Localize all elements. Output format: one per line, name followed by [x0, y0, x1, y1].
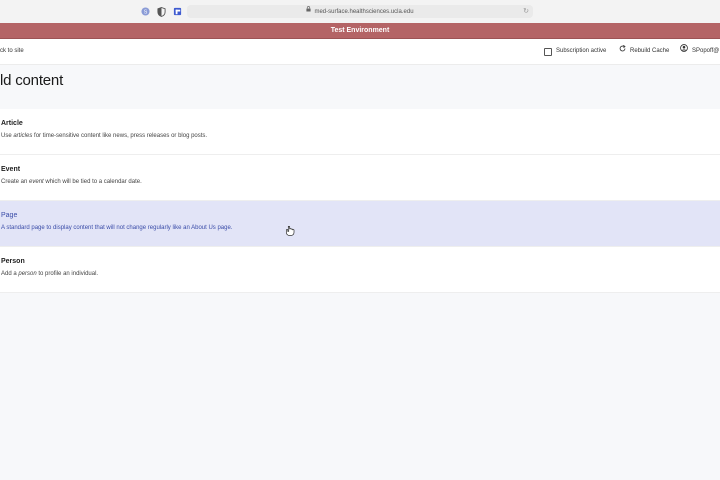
item-title: Person	[1, 258, 25, 265]
content-type-article[interactable]: Article Use articles for time-sensitive …	[0, 109, 720, 155]
item-title: Article	[1, 120, 23, 127]
privacy-report-icon[interactable]: S	[140, 6, 151, 17]
lock-icon	[306, 5, 312, 18]
item-title: Page	[1, 212, 18, 219]
subscription-status[interactable]: Subscription active	[544, 39, 606, 64]
extension-icon[interactable]	[172, 6, 183, 17]
content-type-person[interactable]: Person Add a person to profile an indivi…	[0, 247, 720, 293]
content-type-page[interactable]: Page A standard page to display content …	[0, 201, 720, 247]
subscription-label: Subscription active	[556, 48, 607, 54]
item-description: Add a person to profile an individual.	[1, 271, 99, 277]
user-icon	[680, 39, 688, 64]
reload-icon[interactable]: ↻	[523, 5, 529, 18]
content-type-list: Article Use articles for time-sensitive …	[0, 109, 720, 293]
refresh-icon	[619, 39, 626, 64]
shield-icon[interactable]	[156, 6, 167, 17]
page-title: ld content	[0, 72, 64, 89]
item-description: Create an event which will be tied to a …	[1, 179, 142, 185]
environment-banner: Test Environment	[0, 23, 720, 39]
checkbox-icon	[544, 47, 552, 56]
rebuild-cache-button[interactable]: Rebuild Cache	[619, 39, 669, 64]
address-bar[interactable]: med-surface.healthsciences.ucla.edu ↻	[187, 5, 533, 18]
item-title: Event	[1, 166, 21, 173]
hand-cursor-icon	[286, 223, 295, 241]
item-description: Use articles for time-sensitive content …	[1, 133, 208, 139]
content-type-event[interactable]: Event Create an event which will be tied…	[0, 155, 720, 201]
back-to-site-link[interactable]: ck to site	[0, 39, 24, 64]
admin-toolbar: ck to site Subscription active Rebuild C…	[0, 39, 720, 65]
user-name: SPopoff@	[692, 48, 720, 54]
svg-text:S: S	[144, 9, 148, 15]
user-menu[interactable]: SPopoff@	[680, 39, 719, 64]
url-text: med-surface.healthsciences.ucla.edu	[314, 9, 414, 16]
browser-toolbar: S med-surface.healthsciences.ucla.edu ↻	[0, 0, 720, 24]
item-description: A standard page to display content that …	[1, 225, 233, 231]
rebuild-cache-label: Rebuild Cache	[630, 48, 670, 54]
